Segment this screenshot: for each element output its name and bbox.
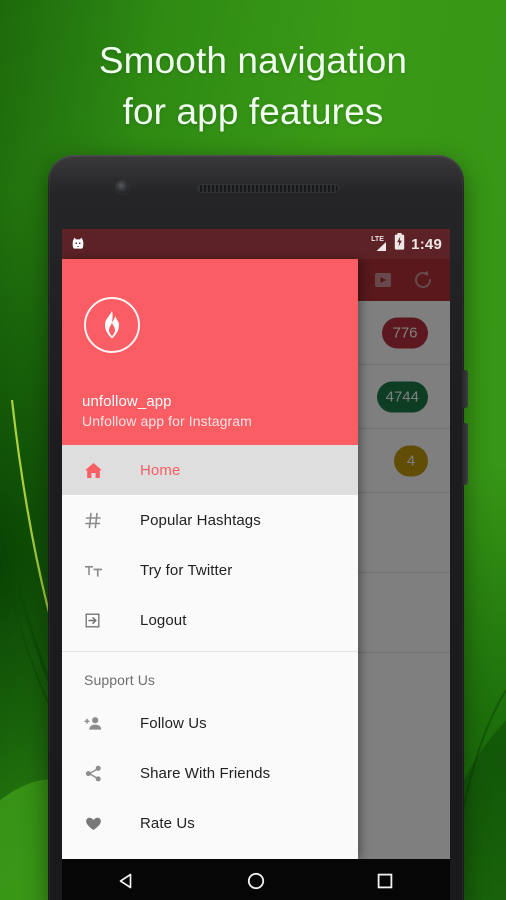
account-name: unfollow_app: [82, 393, 172, 410]
front-camera-icon: [116, 181, 129, 194]
power-button[interactable]: [463, 423, 468, 485]
drawer-item-logout[interactable]: Logout: [62, 595, 358, 645]
drawer-item-label: Follow Us: [140, 714, 207, 732]
person-add-icon: [84, 714, 110, 733]
status-bar: LTE 1:49: [62, 229, 450, 259]
share-icon: [84, 764, 110, 783]
drawer-item-home[interactable]: Home: [62, 445, 358, 495]
promo-screenshot: Smooth navigation for app features LTE 1…: [0, 0, 506, 900]
drawer-menu-list: Home Popular Hashtags Try for Twitter Lo…: [62, 445, 358, 859]
drawer-item-label: Logout: [140, 611, 187, 629]
volume-button[interactable]: [463, 370, 468, 408]
signal-bars-icon: LTE: [371, 236, 388, 252]
phone-device: LTE 1:49 unfollow_app Unfollow app for I…: [48, 155, 468, 900]
earpiece-speaker: [198, 185, 338, 192]
drawer-item-popular-hashtags[interactable]: Popular Hashtags: [62, 495, 358, 545]
drawer-item-label: Share With Friends: [140, 764, 271, 782]
drawer-item-follow-us[interactable]: Follow Us: [62, 698, 358, 748]
status-bar-indicators: LTE 1:49: [371, 233, 442, 255]
hashtag-icon: [84, 511, 110, 530]
drawer-item-rate-us[interactable]: Rate Us: [62, 798, 358, 848]
drawer-item-label: Rate Us: [140, 814, 195, 832]
recents-square-icon[interactable]: [374, 870, 396, 897]
headline-line-1: Smooth navigation: [98, 40, 408, 81]
battery-charging-icon: [394, 233, 405, 255]
heart-icon: [84, 814, 110, 833]
drawer-item-label: Home: [140, 461, 181, 479]
drawer-section-title: Support Us: [84, 672, 156, 688]
drawer-item-label: Try for Twitter: [140, 561, 233, 579]
drawer-item-try-for-twitter[interactable]: Try for Twitter: [62, 545, 358, 595]
headline-line-2: for app features: [122, 90, 384, 132]
drawer-item-share-with-friends[interactable]: Share With Friends: [62, 748, 358, 798]
phone-screen: LTE 1:49 unfollow_app Unfollow app for I…: [62, 229, 450, 859]
home-circle-icon[interactable]: [245, 870, 267, 897]
home-icon: [84, 461, 110, 480]
status-bar-clock: 1:49: [411, 235, 442, 253]
flame-icon: [84, 297, 140, 353]
drawer-header: unfollow_app Unfollow app for Instagram: [62, 259, 358, 445]
drawer-item-label: Popular Hashtags: [140, 511, 261, 529]
account-subtitle: Unfollow app for Instagram: [82, 413, 252, 429]
text-size-icon: [84, 561, 110, 580]
back-triangle-icon[interactable]: [116, 870, 138, 897]
navigation-drawer: unfollow_app Unfollow app for Instagram …: [62, 259, 358, 859]
android-navigation-bar: [62, 859, 450, 900]
promo-headline: Smooth navigation for app features: [0, 36, 506, 137]
logout-icon: [84, 611, 110, 630]
app-notification-icon: [70, 236, 86, 252]
